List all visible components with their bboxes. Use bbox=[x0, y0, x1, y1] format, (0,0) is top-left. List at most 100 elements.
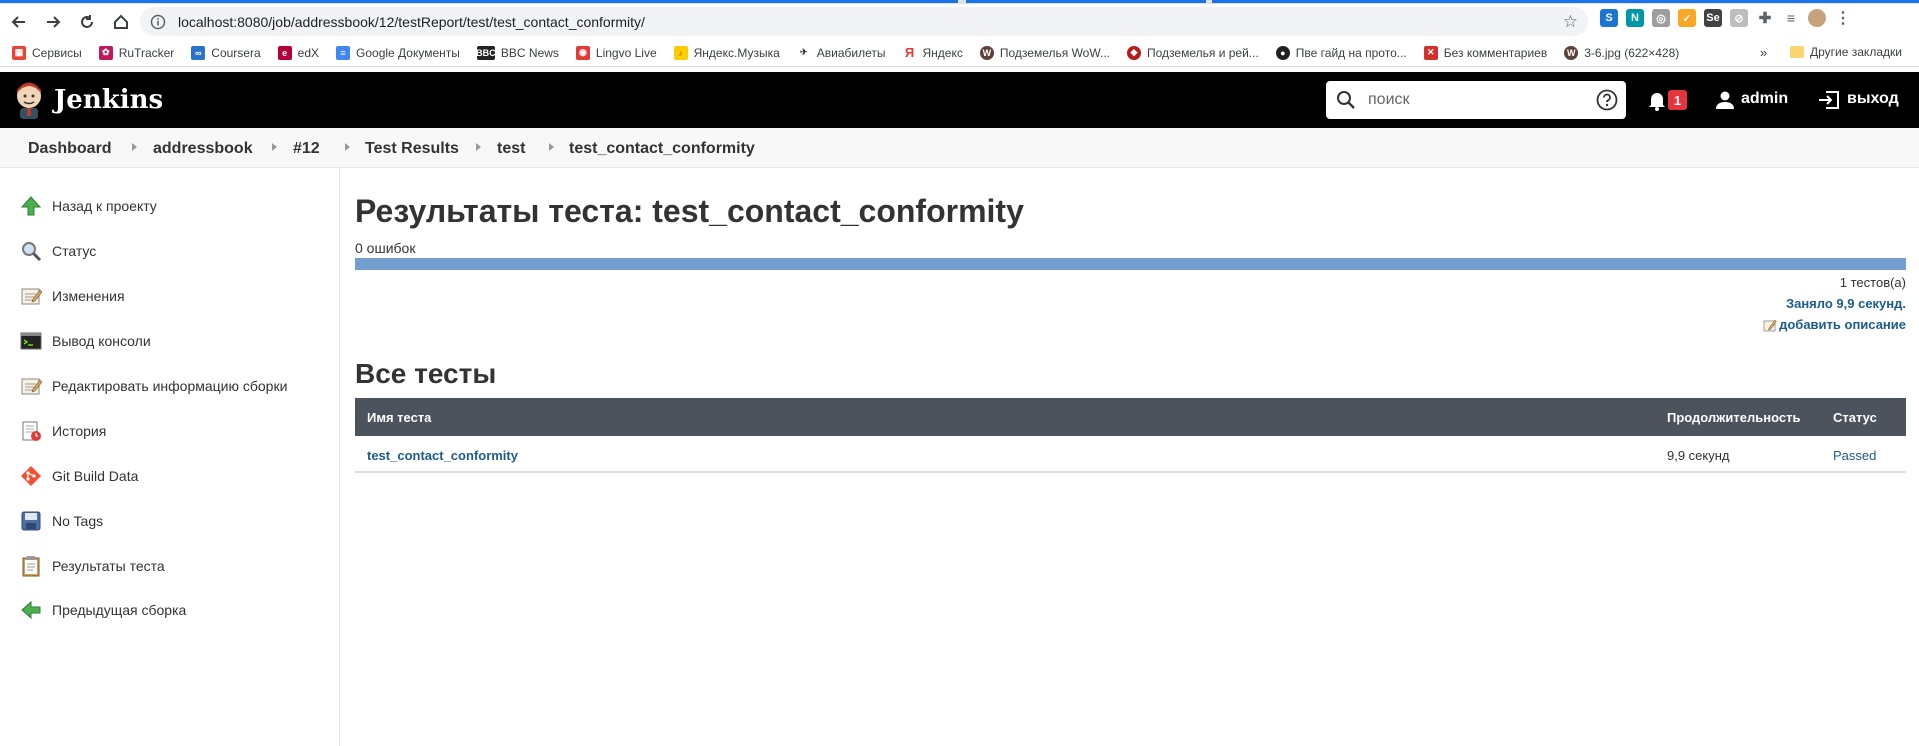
image-icon: W bbox=[1564, 45, 1579, 60]
save-icon bbox=[20, 510, 42, 532]
shield-icon[interactable]: ✓ bbox=[1678, 9, 1696, 27]
sidebar-item-label: Результаты теста bbox=[52, 558, 165, 574]
sidebar-item-no-tags[interactable]: No Tags bbox=[20, 510, 103, 532]
sidebar-item-label: Git Build Data bbox=[52, 468, 139, 484]
other-bookmarks-label: Другие закладки bbox=[1810, 45, 1902, 59]
sidebar-item-test-results[interactable]: Результаты теста bbox=[20, 555, 165, 577]
test-name-link[interactable]: test_contact_conformity bbox=[367, 448, 518, 463]
edit-icon bbox=[1763, 319, 1777, 331]
address-bar[interactable]: localhost:8080/job/addressbook/12/testRe… bbox=[140, 7, 1588, 36]
sidebar-item-edit-build-info[interactable]: Редактировать информацию сборки bbox=[20, 375, 287, 397]
bookmark-item[interactable]: ● Пве гайд на прото... bbox=[1275, 45, 1407, 60]
bookmark-item[interactable]: ≡ Google Документы bbox=[336, 45, 460, 60]
reload-icon bbox=[81, 14, 93, 28]
bell-icon[interactable] bbox=[1646, 89, 1668, 111]
test-duration: 9,9 секунд bbox=[1667, 448, 1730, 463]
edx-icon: e bbox=[277, 45, 292, 60]
bookmark-item[interactable]: BBC BBC News bbox=[476, 45, 559, 60]
user-icon[interactable] bbox=[1714, 89, 1736, 111]
back-button[interactable] bbox=[4, 7, 34, 37]
playlist-icon[interactable]: ≡ bbox=[1782, 9, 1800, 27]
bookmark-label: Lingvo Live bbox=[595, 45, 657, 60]
page-title: Результаты теста: test_contact_conformit… bbox=[355, 193, 1024, 229]
bookmark-item[interactable]: Я Яндекс bbox=[902, 45, 963, 60]
raid-icon: ◆ bbox=[1127, 45, 1142, 60]
sidebar-item-previous-build[interactable]: Предыдущая сборка bbox=[20, 599, 186, 621]
column-header-test-name[interactable]: Имя теста bbox=[367, 410, 431, 425]
sidebar-item-git-build-data[interactable]: Git Build Data bbox=[20, 465, 138, 487]
sidebar-item-label: Редактировать информацию сборки bbox=[52, 378, 288, 394]
sidebar-item-history[interactable]: История bbox=[20, 420, 106, 442]
bookmark-item[interactable]: W Подземелья WoW... bbox=[979, 45, 1111, 60]
forward-button[interactable] bbox=[38, 7, 68, 37]
bookmark-label: Яндекс.Музыка bbox=[693, 45, 780, 60]
search-input[interactable] bbox=[1368, 91, 1578, 109]
duration-link[interactable]: Заняло 9,9 секунд. bbox=[1786, 296, 1906, 311]
sidebar-item-status[interactable]: Статус bbox=[20, 240, 96, 262]
wow-icon: W bbox=[979, 45, 994, 60]
notification-badge[interactable]: 1 bbox=[1668, 90, 1687, 110]
puzzle-icon[interactable]: ✚ bbox=[1756, 9, 1774, 27]
yandex-icon: Я bbox=[902, 45, 917, 60]
bookmark-item[interactable]: e edX bbox=[277, 45, 319, 60]
back-arrow-icon bbox=[11, 15, 25, 28]
user-link[interactable]: admin bbox=[1741, 90, 1788, 108]
bookmark-item[interactable]: ◆ Подземелья и рей... bbox=[1127, 45, 1259, 60]
git-icon bbox=[20, 465, 42, 487]
sidebar-item-back-to-project[interactable]: Назад к проекту bbox=[20, 195, 157, 217]
rutracker-icon: ✿ bbox=[98, 45, 113, 60]
column-header-duration[interactable]: Продолжительность bbox=[1667, 410, 1800, 425]
home-button[interactable] bbox=[106, 7, 136, 37]
home-icon bbox=[114, 14, 128, 29]
breadcrumb-separator bbox=[272, 143, 277, 151]
bookmark-item[interactable]: ✕ Без комментариев bbox=[1423, 45, 1547, 60]
globe-icon[interactable]: ◎ bbox=[1652, 9, 1670, 27]
info-icon bbox=[150, 14, 166, 29]
bookmarks-overflow-button[interactable]: » bbox=[1760, 45, 1767, 60]
selenium-icon[interactable]: Se bbox=[1704, 9, 1722, 27]
compass-icon[interactable]: ⊘ bbox=[1730, 9, 1748, 27]
table-header: Имя теста Продолжительность Статус bbox=[355, 398, 1906, 436]
reload-button[interactable] bbox=[72, 7, 102, 37]
bookmark-item[interactable]: ◉ Lingvo Live bbox=[575, 45, 657, 60]
bookmark-label: Подземелья WoW... bbox=[999, 45, 1111, 60]
bookmark-star-icon[interactable]: ☆ bbox=[1563, 12, 1578, 32]
column-header-status[interactable]: Статус bbox=[1833, 410, 1877, 425]
other-bookmarks[interactable]: Другие закладки bbox=[1790, 45, 1902, 59]
bookmarks-bar: ▦ Сервисы ✿ RuTracker ∞ Coursera e edX ≡ Goog… bbox=[0, 39, 1919, 67]
jenkins-logo-icon[interactable] bbox=[14, 81, 44, 119]
bookmark-item[interactable]: ✈ Авиабилеты bbox=[796, 45, 886, 60]
extension-icon[interactable]: S bbox=[1600, 9, 1618, 27]
table-row: test_contact_conformity 9,9 секунд Passe… bbox=[355, 436, 1906, 473]
add-description-link[interactable]: добавить описание bbox=[1763, 317, 1906, 332]
bookmark-label: Сервисы bbox=[32, 45, 82, 60]
bookmark-label: Google Документы bbox=[356, 45, 460, 60]
breadcrumb-current[interactable]: test_contact_conformity bbox=[569, 140, 755, 158]
airplane-icon: ✈ bbox=[796, 45, 811, 60]
bookmark-label: BBC News bbox=[500, 45, 559, 60]
jenkins-brand[interactable]: Jenkins bbox=[54, 85, 163, 115]
profile-avatar[interactable] bbox=[1808, 9, 1826, 27]
sidebar-item-changes[interactable]: Изменения bbox=[20, 285, 125, 307]
bookmark-item[interactable]: ▦ Сервисы bbox=[12, 45, 82, 60]
yandex-music-icon: ♪ bbox=[673, 45, 688, 60]
bbc-icon: BBC bbox=[476, 45, 496, 60]
search-box bbox=[1326, 81, 1626, 119]
logout-link[interactable]: выход bbox=[1847, 90, 1899, 108]
test-progress-bar bbox=[355, 258, 1906, 270]
notepad-edit-icon bbox=[20, 375, 42, 397]
breadcrumb-build[interactable]: #12 bbox=[293, 140, 320, 158]
extension-icon[interactable]: N bbox=[1626, 9, 1644, 27]
bookmark-item[interactable]: ✿ RuTracker bbox=[98, 45, 174, 60]
bookmark-item[interactable]: ♪ Яндекс.Музыка bbox=[673, 45, 780, 60]
menu-kebab-icon[interactable]: ⋮ bbox=[1834, 9, 1852, 27]
logout-icon[interactable] bbox=[1817, 89, 1841, 111]
breadcrumb-dashboard[interactable]: Dashboard bbox=[28, 140, 112, 158]
breadcrumb-test-results[interactable]: Test Results bbox=[365, 140, 459, 158]
bookmark-item[interactable]: W 3-6.jpg (622×428) bbox=[1564, 45, 1679, 60]
breadcrumb-job[interactable]: addressbook bbox=[153, 140, 253, 158]
sidebar-item-console-output[interactable]: Вывод консоли bbox=[20, 330, 151, 352]
bookmark-item[interactable]: ∞ Coursera bbox=[191, 45, 261, 60]
help-icon[interactable] bbox=[1596, 89, 1618, 111]
breadcrumb-package[interactable]: test bbox=[497, 140, 525, 158]
